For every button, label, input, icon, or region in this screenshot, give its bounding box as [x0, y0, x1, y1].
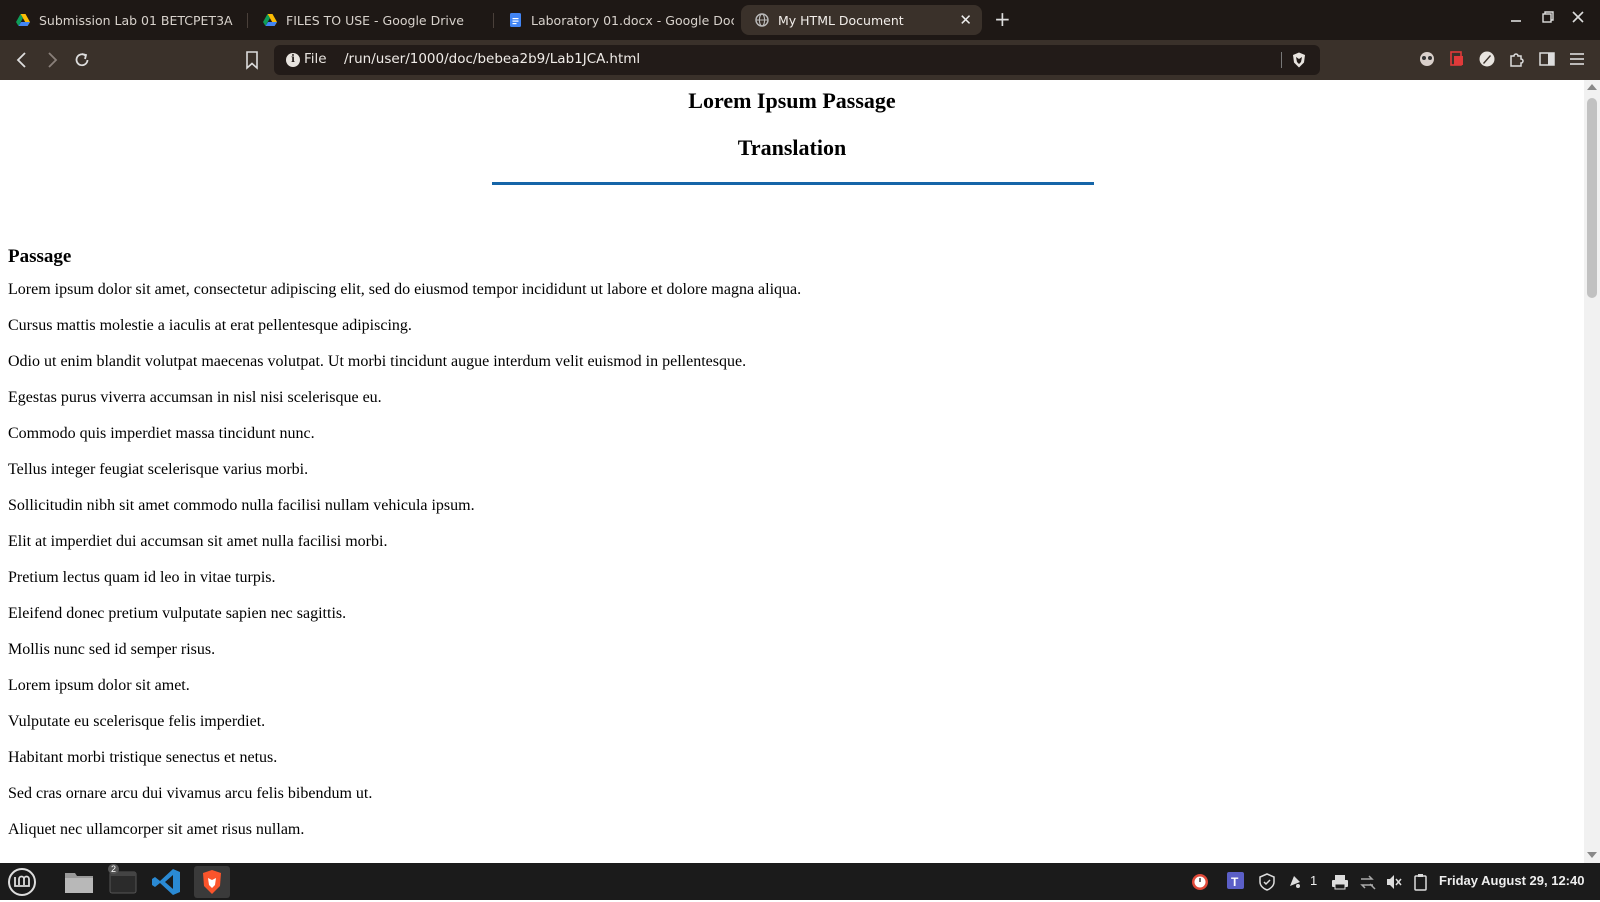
brave-browser-taskbar-item[interactable] [194, 866, 230, 898]
url-text[interactable]: /run/user/1000/doc/bebea2b9/Lab1JCA.html [344, 51, 640, 67]
passage-line: Sed cras ornare arcu dui vivamus arcu fe… [8, 785, 373, 802]
tab-title: Submission Lab 01 BETCPET3A - G [39, 12, 236, 28]
os-taskbar: 2 T 1 Friday August 29, 12:40 [0, 863, 1600, 900]
google-drive-icon [16, 14, 30, 26]
passage-line: Commodo quis imperdiet massa tincidunt n… [8, 425, 315, 442]
printer-icon[interactable] [1331, 873, 1349, 891]
passage-line: Tellus integer feugiat scelerisque variu… [8, 461, 309, 478]
passage-line: Aliquet nec ullamcorper sit amet risus n… [8, 821, 305, 838]
back-icon[interactable] [12, 50, 32, 70]
site-info-icon[interactable]: i [286, 53, 300, 67]
scroll-down-arrow-icon[interactable] [1587, 852, 1597, 858]
browser-toolbar: i File /run/user/1000/doc/bebea2b9/Lab1J… [0, 40, 1600, 80]
passage-line: Sollicitudin nibh sit amet commodo nulla… [8, 497, 475, 514]
passage-line: Lorem ipsum dolor sit amet, consectetur … [8, 281, 802, 298]
passage-line: Habitant morbi tristique senectus et net… [8, 749, 278, 766]
terminal-icon[interactable]: 2 [105, 864, 141, 898]
extension-icon[interactable] [1418, 50, 1436, 68]
passage-line: Lorem ipsum dolor sit amet. [8, 677, 190, 694]
passage-line: Elit at imperdiet dui accumsan sit amet … [8, 533, 388, 550]
sidebar-toggle-icon[interactable] [1538, 50, 1556, 68]
tab-submission-lab[interactable]: Submission Lab 01 BETCPET3A - G [2, 5, 236, 35]
page-scrollbar[interactable] [1584, 80, 1600, 863]
minimize-icon[interactable] [1510, 9, 1522, 29]
menu-icon[interactable] [1568, 50, 1586, 68]
passage-line: Pretium lectus quam id leo in vitae turp… [8, 569, 276, 586]
shield-icon[interactable] [1258, 873, 1276, 891]
passage-line: Egestas purus viverra accumsan in nisl n… [8, 389, 382, 406]
tab-title: Laboratory 01.docx - Google Docs [531, 12, 734, 28]
address-bar[interactable]: i File /run/user/1000/doc/bebea2b9/Lab1J… [274, 45, 1320, 75]
horizontal-rule [492, 182, 1094, 185]
forward-icon[interactable] [42, 50, 62, 70]
volume-muted-icon[interactable] [1385, 873, 1403, 891]
files-folder-icon[interactable] [61, 866, 97, 898]
pen-extension-icon[interactable] [1478, 50, 1496, 68]
scroll-thumb[interactable] [1587, 98, 1597, 298]
terminal-badge: 2 [108, 864, 120, 874]
tab-title: My HTML Document [778, 12, 904, 28]
tab-strip: Submission Lab 01 BETCPET3A - G FILES TO… [0, 0, 1600, 40]
vscode-icon[interactable] [149, 866, 185, 898]
restore-icon[interactable] [1542, 9, 1554, 29]
passage-lines: Lorem ipsum dolor sit amet, consectetur … [8, 280, 801, 856]
page-content: Lorem Ipsum Passage Translation Passage … [0, 80, 1584, 863]
pdf-extension-icon[interactable] [1448, 50, 1466, 68]
passage-line: Eleifend donec pretium vulputate sapien … [8, 605, 347, 622]
scroll-up-arrow-icon[interactable] [1587, 84, 1597, 90]
notification-bell-icon[interactable] [1286, 873, 1304, 891]
network-icon[interactable] [1358, 873, 1376, 891]
passage-line: Mollis nunc sed id semper risus. [8, 641, 216, 658]
page-title: Lorem Ipsum Passage [688, 88, 896, 113]
bookmark-icon[interactable] [242, 50, 262, 70]
brave-shields-icon[interactable] [1292, 52, 1306, 68]
tab-separator [247, 13, 248, 28]
clipboard-icon[interactable] [1412, 873, 1430, 891]
url-scheme-label: File [304, 51, 327, 67]
notification-count: 1 [1310, 873, 1318, 888]
tab-files-to-use[interactable]: FILES TO USE - Google Drive [249, 5, 493, 35]
timer-icon[interactable] [1191, 873, 1209, 891]
google-drive-icon [263, 14, 277, 26]
new-tab-button[interactable]: + [994, 9, 1011, 29]
address-divider [1281, 52, 1282, 68]
passage-line: Cursus mattis molestie a iaculis at erat… [8, 317, 412, 334]
taskbar-clock[interactable]: Friday August 29, 12:40 [1439, 873, 1584, 888]
page-subtitle: Translation [737, 135, 847, 160]
tab-title: FILES TO USE - Google Drive [286, 12, 464, 28]
close-window-icon[interactable] [1572, 9, 1584, 29]
passage-line: Odio ut enim blandit volutpat maecenas v… [8, 353, 747, 370]
tab-my-html-document[interactable]: My HTML Document ✕ [741, 5, 982, 35]
section-heading: Passage [8, 246, 72, 267]
reload-icon[interactable] [72, 50, 92, 70]
globe-icon [755, 13, 769, 27]
passage-line: Vulputate eu scelerisque felis imperdiet… [8, 713, 266, 730]
google-docs-icon [510, 13, 521, 27]
svg-text:T: T [1231, 875, 1239, 889]
close-tab-icon[interactable]: ✕ [959, 11, 972, 29]
extensions-puzzle-icon[interactable] [1508, 50, 1526, 68]
brave-browser-icon [203, 870, 221, 894]
teams-icon[interactable]: T [1226, 871, 1248, 893]
tab-laboratory-doc[interactable]: Laboratory 01.docx - Google Docs [494, 5, 734, 35]
mint-menu-icon[interactable] [4, 866, 40, 898]
